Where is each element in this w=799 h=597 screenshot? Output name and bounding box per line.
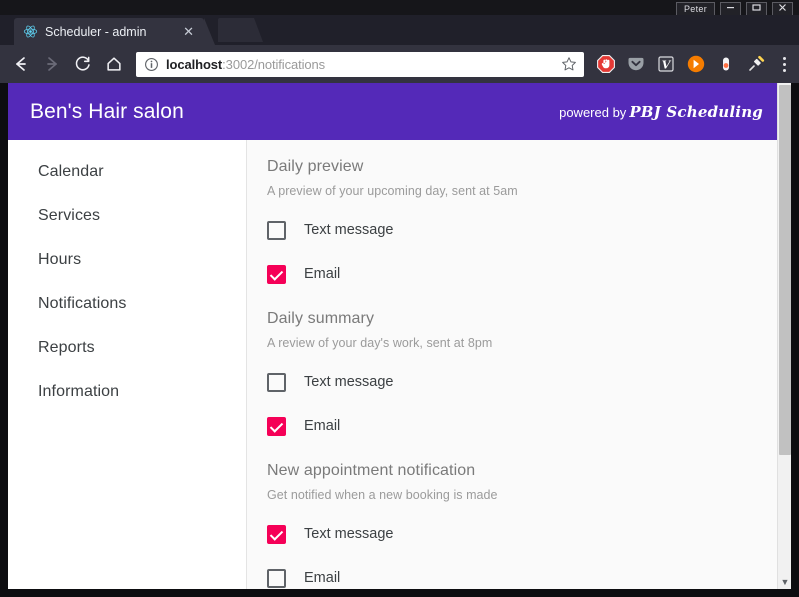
sidebar-item-notifications[interactable]: Notifications [8,282,246,326]
checkbox-label: Email [304,570,341,586]
checkbox-label: Email [304,418,341,434]
home-icon [107,57,121,71]
star-icon[interactable] [561,56,577,72]
section-description: Get notified when a new booking is made [267,488,498,502]
back-button[interactable] [8,51,34,77]
reload-icon [75,56,90,71]
browser-toolbar: localhost:3002/notifications V [0,45,799,83]
adblock-icon[interactable] [591,49,621,79]
svg-text:V: V [662,59,672,72]
checkbox-row-email[interactable]: Email [267,404,777,448]
new-tab-button[interactable] [218,18,263,42]
section-title: Daily summary [267,310,375,327]
checkbox-row-email[interactable]: Email [267,252,777,296]
app-header: Ben's Hair salon powered by PBJ Schedulin… [8,83,777,140]
forward-button[interactable] [39,51,65,77]
page-info-icon[interactable] [144,57,159,72]
checkbox-text-message[interactable] [267,220,286,240]
menu-dot [782,68,786,72]
checkbox-label: Text message [304,526,394,542]
home-button[interactable] [101,51,127,77]
back-arrow-icon [16,57,26,71]
checkbox-email[interactable] [267,264,286,284]
powered-by-brand: PBJ Scheduling [629,102,763,121]
extension-toolbar: V [591,49,799,79]
url-host: localhost [166,56,223,72]
pocket-icon[interactable] [621,49,651,79]
section-title: New appointment notification [267,462,476,479]
sidebar-item-services[interactable]: Services [8,194,246,238]
page-scrollbar[interactable]: ▼ [777,83,791,589]
page-title: Ben's Hair salon [30,99,184,123]
sidebar: Calendar Services Hours Notifications Re… [8,140,247,589]
tab-close-icon[interactable]: ✕ [179,25,198,38]
sidebar-item-information[interactable]: Information [8,370,246,414]
notifications-settings-panel: Daily preview A preview of your upcoming… [247,140,777,589]
checkbox-row-email[interactable]: Email [267,556,777,589]
powered-by-label: powered by PBJ Scheduling [559,103,763,121]
checkbox-row-text-message[interactable]: Text message [267,512,777,556]
scroll-down-arrow-icon[interactable]: ▼ [778,577,791,587]
window-titlebar: Peter [0,0,799,17]
section-title: Daily preview [267,158,364,175]
capsule-icon[interactable] [711,49,741,79]
browser-window: Peter Scheduler - admin ✕ localhost:3002… [0,0,799,597]
checkbox-row-text-message[interactable]: Text message [267,360,777,404]
page-body: Calendar Services Hours Notifications Re… [8,140,777,589]
browser-menu-button[interactable] [771,49,797,79]
checkbox-label: Email [304,266,341,282]
notification-section-daily-preview: Daily preview A preview of your upcoming… [247,150,777,302]
section-description: A review of your day's work, sent at 8pm [267,336,493,350]
orange-arrow-icon[interactable] [681,49,711,79]
tab-strip: Scheduler - admin ✕ [0,15,799,45]
notification-section-new-appointment: New appointment notification Get notifie… [247,454,777,589]
scrollbar-thumb[interactable] [779,85,791,455]
vimium-icon[interactable]: V [651,49,681,79]
address-bar[interactable]: localhost:3002/notifications [136,51,584,77]
forward-arrow-icon [47,57,57,71]
syringe-icon[interactable] [741,49,771,79]
tab-title: Scheduler - admin [45,24,147,39]
notification-section-daily-summary: Daily summary A review of your day's wor… [247,302,777,454]
reload-button[interactable] [70,51,96,77]
menu-dot [782,56,786,60]
url-path: :3002/notifications [222,56,326,72]
react-atom-icon [23,25,38,38]
powered-by-prefix: powered by [559,104,627,120]
sidebar-item-hours[interactable]: Hours [8,238,246,282]
sidebar-item-calendar[interactable]: Calendar [8,150,246,194]
checkbox-row-text-message[interactable]: Text message [267,208,777,252]
checkbox-label: Text message [304,222,394,238]
checkbox-label: Text message [304,374,394,390]
checkbox-text-message[interactable] [267,524,286,544]
checkbox-email[interactable] [267,568,286,588]
page-viewport: Ben's Hair salon powered by PBJ Schedulin… [8,83,791,589]
menu-dot [782,62,786,66]
sidebar-item-reports[interactable]: Reports [8,326,246,370]
checkbox-text-message[interactable] [267,372,286,392]
url-text[interactable]: localhost:3002/notifications [166,57,561,72]
section-description: A preview of your upcoming day, sent at … [267,184,518,198]
checkbox-email[interactable] [267,416,286,436]
browser-tab[interactable]: Scheduler - admin ✕ [14,18,215,45]
